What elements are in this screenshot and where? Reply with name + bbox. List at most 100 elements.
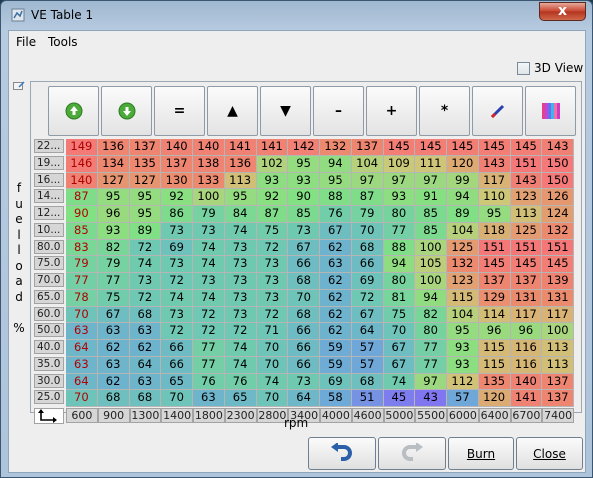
table-cell[interactable]: 70 [256,390,289,407]
table-cell[interactable]: 64 [66,340,98,357]
table-cell[interactable]: 62 [97,340,130,357]
increment-icon-button[interactable] [48,86,99,136]
table-cell[interactable]: 115 [478,340,511,357]
table-cell[interactable]: 73 [256,256,289,273]
table-cell[interactable]: 82 [97,239,130,257]
table-cell[interactable]: 95 [97,189,130,206]
table-cell[interactable]: 140 [510,373,543,391]
table-cell[interactable]: 68 [351,239,384,257]
table-cell[interactable]: 70 [256,340,289,357]
table-cell[interactable]: 72 [224,323,257,340]
table-cell[interactable]: 137 [129,139,162,156]
table-cell[interactable]: 57 [447,390,479,407]
table-cell[interactable]: 133 [193,172,225,190]
table-cell[interactable]: 68 [129,390,162,407]
table-cell[interactable]: 69 [351,273,384,290]
table-cell[interactable]: 67 [351,306,384,324]
table-cell[interactable]: 89 [129,222,162,240]
table-cell[interactable]: 111 [415,155,447,173]
table-cell[interactable]: 70 [256,356,289,374]
table-cell[interactable]: 63 [193,390,225,407]
table-cell[interactable]: 68 [288,273,320,290]
table-cell[interactable]: 74 [193,256,225,273]
table-cell[interactable]: 127 [97,172,130,190]
table-cell[interactable]: 77 [193,356,225,374]
table-cell[interactable]: 102 [256,155,289,173]
table-cell[interactable]: 96 [510,323,543,340]
table-cell[interactable]: 123 [447,273,479,290]
table-cell[interactable]: 62 [320,273,352,290]
table-cell[interactable]: 76 [320,206,352,223]
table-cell[interactable]: 63 [129,373,162,391]
table-cell[interactable]: 73 [193,222,225,240]
table-cell[interactable]: 120 [447,155,479,173]
table-cell[interactable]: 90 [288,189,320,206]
table-cell[interactable]: 68 [288,306,320,324]
table-cell[interactable]: 93 [97,222,130,240]
table-cell[interactable]: 93 [383,189,416,206]
table-cell[interactable]: 137 [542,373,574,391]
table-cell[interactable]: 143 [478,155,511,173]
table-cell[interactable]: 129 [478,289,511,307]
table-cell[interactable]: 145 [478,256,511,273]
table-cell[interactable]: 132 [542,222,574,240]
title-bar[interactable]: VE Table 1 x [1,1,592,29]
table-cell[interactable]: 73 [256,289,289,307]
table-cell[interactable]: 77 [193,340,225,357]
table-cell[interactable]: 97 [351,172,384,190]
table-cell[interactable]: 87 [256,206,289,223]
table-cell[interactable]: 62 [97,373,130,391]
table-cell[interactable]: 151 [510,155,543,173]
table-cell[interactable]: 64 [351,323,384,340]
set-equal-button[interactable]: = [154,86,205,136]
table-cell[interactable]: 117 [478,172,511,190]
table-cell[interactable]: 72 [193,323,225,340]
table-cell[interactable]: 109 [383,155,416,173]
table-cell[interactable]: 131 [510,289,543,307]
table-cell[interactable]: 73 [161,306,193,324]
subtract-button[interactable]: – [313,86,364,136]
table-cell[interactable]: 92 [256,189,289,206]
colorize-button[interactable] [525,86,576,136]
table-cell[interactable]: 57 [351,356,384,374]
table-cell[interactable]: 86 [161,206,193,223]
table-cell[interactable]: 62 [320,289,352,307]
table-cell[interactable]: 117 [510,306,543,324]
table-cell[interactable]: 67 [97,306,130,324]
table-cell[interactable]: 73 [193,273,225,290]
table-cell[interactable]: 93 [288,172,320,190]
table-cell[interactable]: 66 [161,356,193,374]
table-cell[interactable]: 94 [447,189,479,206]
table-cell[interactable]: 76 [193,373,225,391]
table-cell[interactable]: 141 [256,139,289,156]
table-cell[interactable]: 89 [447,206,479,223]
table-cell[interactable]: 77 [415,340,447,357]
table-cell[interactable]: 145 [415,139,447,156]
table-cell[interactable]: 88 [383,239,416,257]
table-cell[interactable]: 62 [320,306,352,324]
table-cell[interactable]: 151 [478,239,511,257]
table-cell[interactable]: 95 [224,189,257,206]
increase-button[interactable]: ▲ [207,86,258,136]
table-cell[interactable]: 112 [447,373,479,391]
table-cell[interactable]: 136 [97,139,130,156]
table-cell[interactable]: 64 [288,390,320,407]
table-cell[interactable]: 145 [478,139,511,156]
table-cell[interactable]: 67 [383,356,416,374]
table-cell[interactable]: 85 [415,222,447,240]
table-cell[interactable]: 131 [542,289,574,307]
table-cell[interactable]: 96 [97,206,130,223]
table-cell[interactable]: 88 [320,189,352,206]
table-cell[interactable]: 77 [97,273,130,290]
table-cell[interactable]: 139 [542,273,574,290]
table-cell[interactable]: 69 [161,239,193,257]
table-cell[interactable]: 68 [351,373,384,391]
table-cell[interactable]: 137 [351,139,384,156]
table-cell[interactable]: 63 [66,356,98,374]
table-cell[interactable]: 79 [66,256,98,273]
table-cell[interactable]: 74 [224,356,257,374]
table-cell[interactable]: 104 [351,155,384,173]
table-cell[interactable]: 140 [66,172,98,190]
table-cell[interactable]: 66 [288,323,320,340]
table-cell[interactable]: 68 [97,390,130,407]
